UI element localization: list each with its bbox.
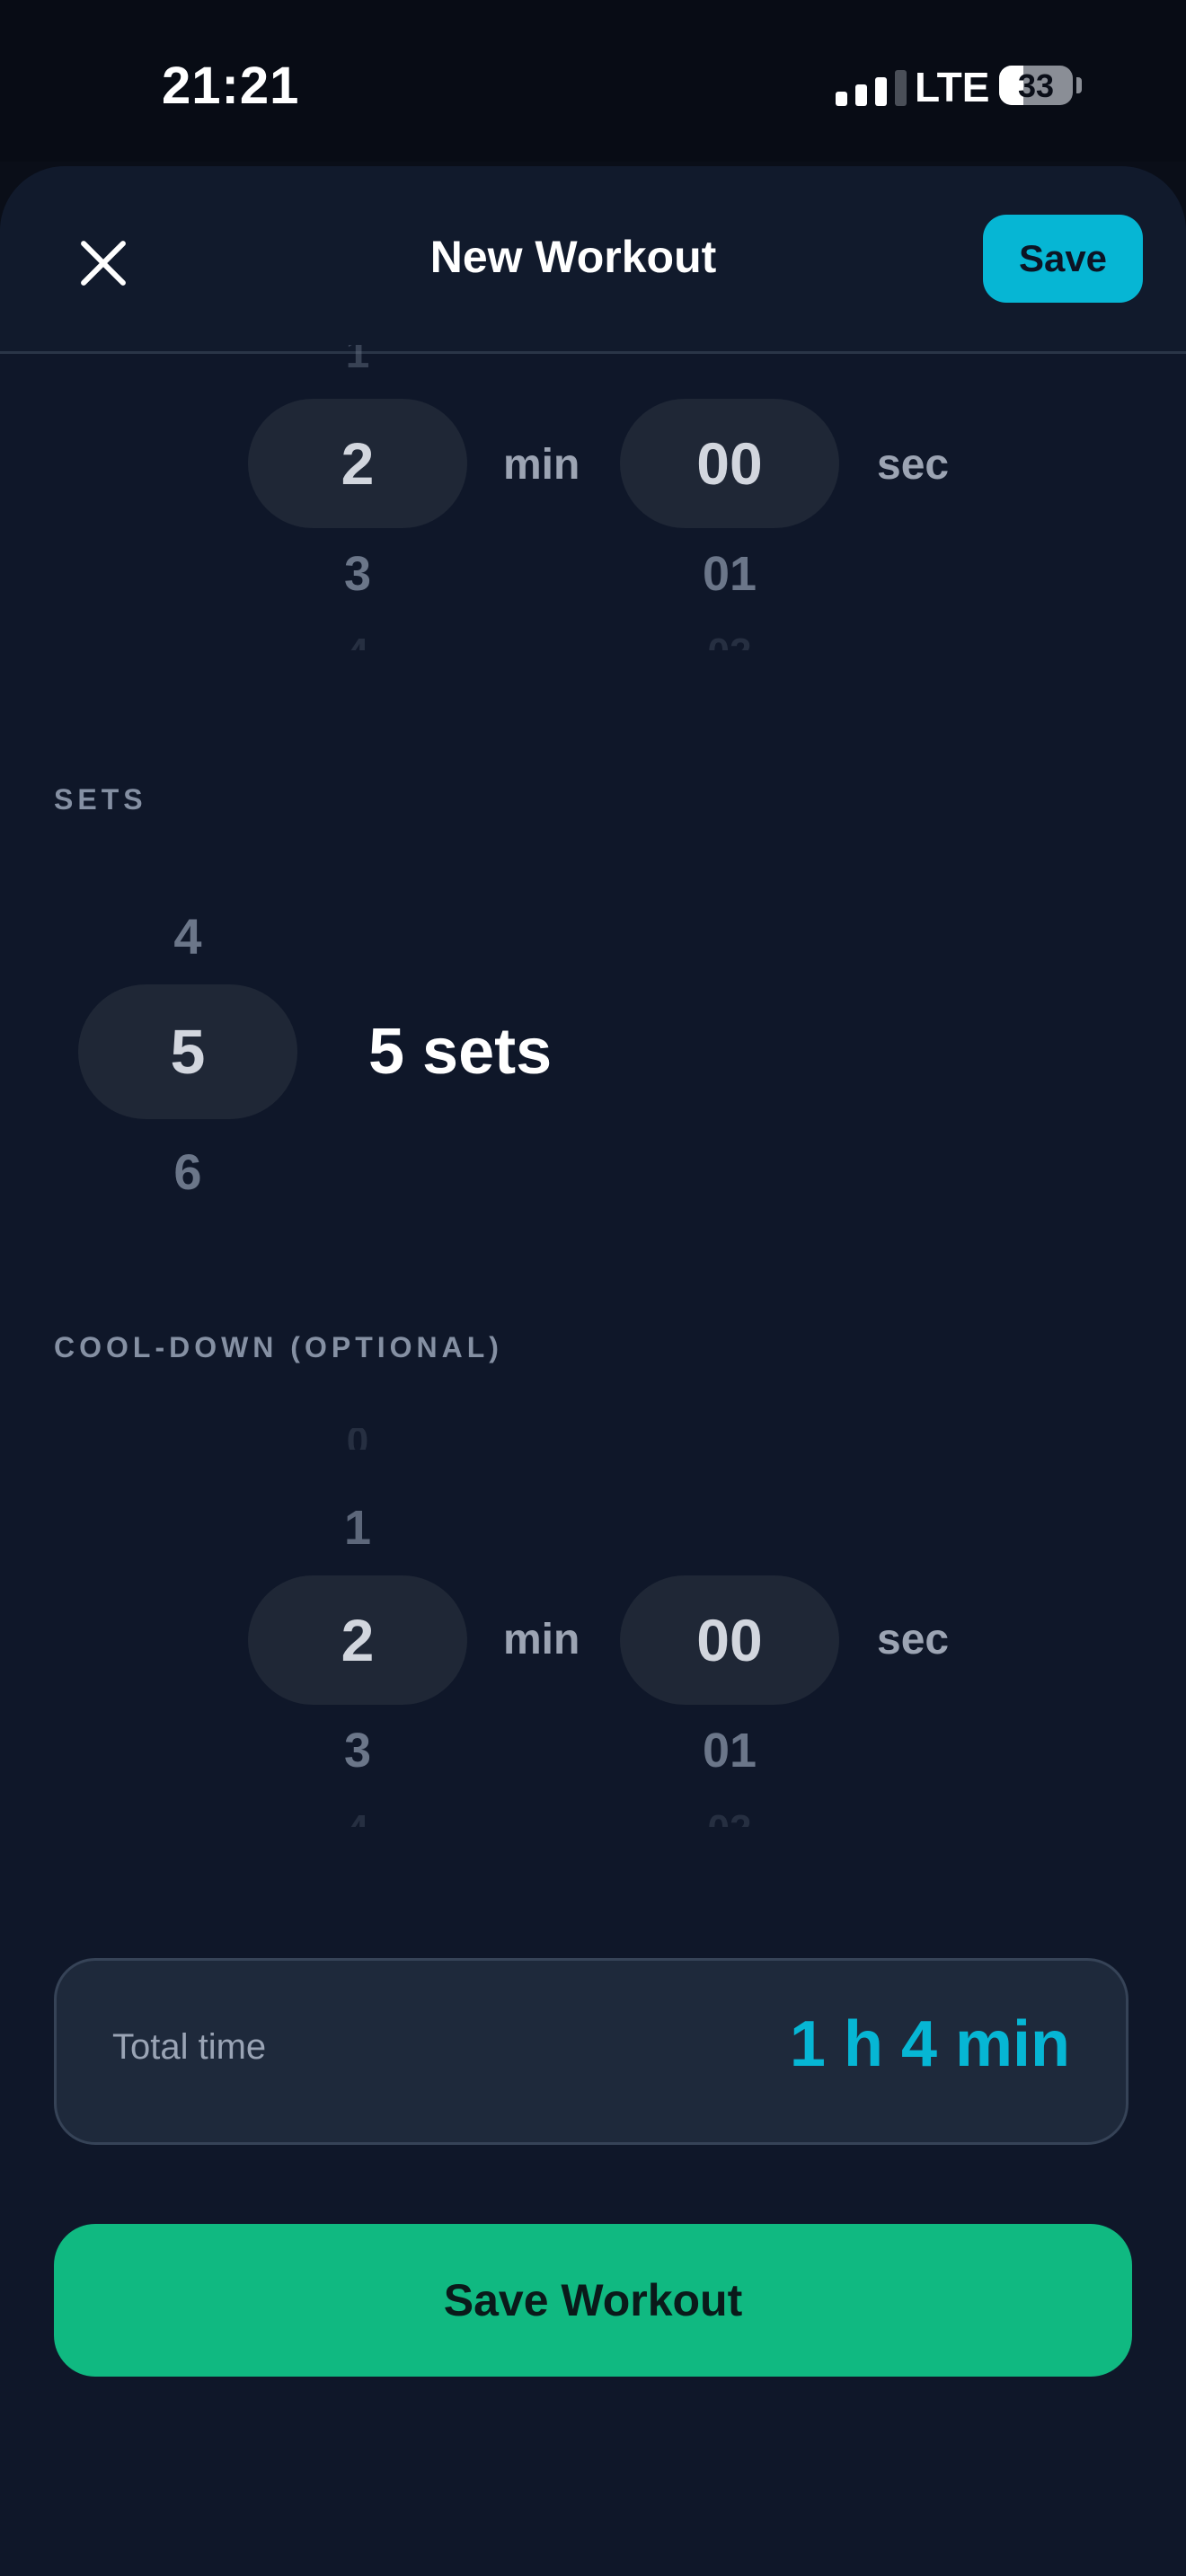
- save-button[interactable]: Save: [983, 215, 1143, 303]
- wheel-value-below-2: 02: [620, 631, 839, 650]
- wheel-value-below-2: 4: [248, 1807, 467, 1827]
- total-time-label: Total time: [112, 2027, 267, 2067]
- wheel-value-below: 6: [173, 1143, 202, 1200]
- wheel-value-above-2: 0: [248, 1428, 467, 1450]
- network-type: LTE: [915, 64, 990, 110]
- wheel-value-below: 3: [343, 1724, 372, 1778]
- wheel-value-above: 4: [173, 908, 202, 965]
- battery-icon: 33: [999, 66, 1073, 105]
- cooldown-label: COOL-DOWN (OPTIONAL): [54, 1331, 503, 1363]
- total-time-value: 1 h 4 min: [789, 2008, 1070, 2080]
- wheel-selected-seconds[interactable]: 00: [620, 399, 839, 528]
- page-title: New Workout: [429, 232, 717, 282]
- wheel-value-below-2: 02: [620, 1807, 839, 1827]
- minutes-unit: min: [503, 1616, 580, 1663]
- battery-level: 33: [1017, 67, 1055, 104]
- wheel-value-below: 3: [343, 547, 372, 601]
- total-time-card: Total time 1 h 4 min: [54, 1958, 1128, 2145]
- wheel-value-above: 1: [345, 345, 370, 372]
- seconds-unit: sec: [877, 1616, 950, 1663]
- wheel-selected-sets[interactable]: 5: [78, 984, 297, 1119]
- minutes-unit: min: [503, 441, 580, 489]
- sets-summary: 5 sets: [368, 1016, 553, 1088]
- battery-nub: [1076, 77, 1082, 93]
- cellular-signal-icon: [836, 68, 909, 106]
- wheel-selected-minutes[interactable]: 2: [248, 399, 467, 528]
- wheel-value-above: 1: [343, 1501, 372, 1555]
- sets-label: SETS: [54, 783, 147, 816]
- save-workout-button[interactable]: Save Workout: [54, 2224, 1132, 2377]
- wheel-value-below-2: 4: [248, 631, 467, 650]
- seconds-unit: sec: [877, 441, 950, 489]
- wheel-value-below: 01: [702, 547, 757, 601]
- wheel-selected-minutes[interactable]: 2: [248, 1575, 467, 1705]
- status-time: 21:21: [162, 57, 300, 115]
- wheel-value-below: 01: [702, 1724, 757, 1778]
- sheet-header: New Workout Save: [0, 166, 1186, 354]
- new-workout-sheet: New Workout Save: [0, 166, 1186, 2576]
- status-bar: 21:21 LTE 33: [0, 0, 1186, 162]
- wheel-selected-seconds[interactable]: 00: [620, 1575, 839, 1705]
